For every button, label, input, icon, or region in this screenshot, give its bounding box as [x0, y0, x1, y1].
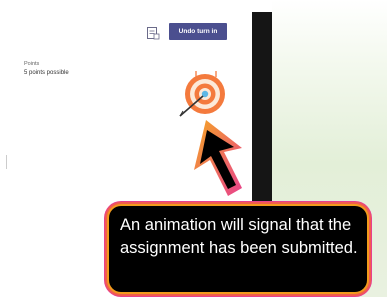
arrow-pointer-icon — [190, 118, 260, 200]
callout-text: An animation will signal that the assign… — [120, 216, 358, 257]
document-icon[interactable] — [146, 26, 160, 40]
points-label: Points — [24, 61, 40, 67]
undo-turn-in-button[interactable]: Undo turn in — [169, 23, 227, 40]
callout-box: An animation will signal that the assign… — [109, 206, 367, 292]
target-icon — [172, 65, 232, 125]
panel-tick-mark — [6, 155, 7, 169]
points-value: 5 points possible — [24, 70, 69, 76]
